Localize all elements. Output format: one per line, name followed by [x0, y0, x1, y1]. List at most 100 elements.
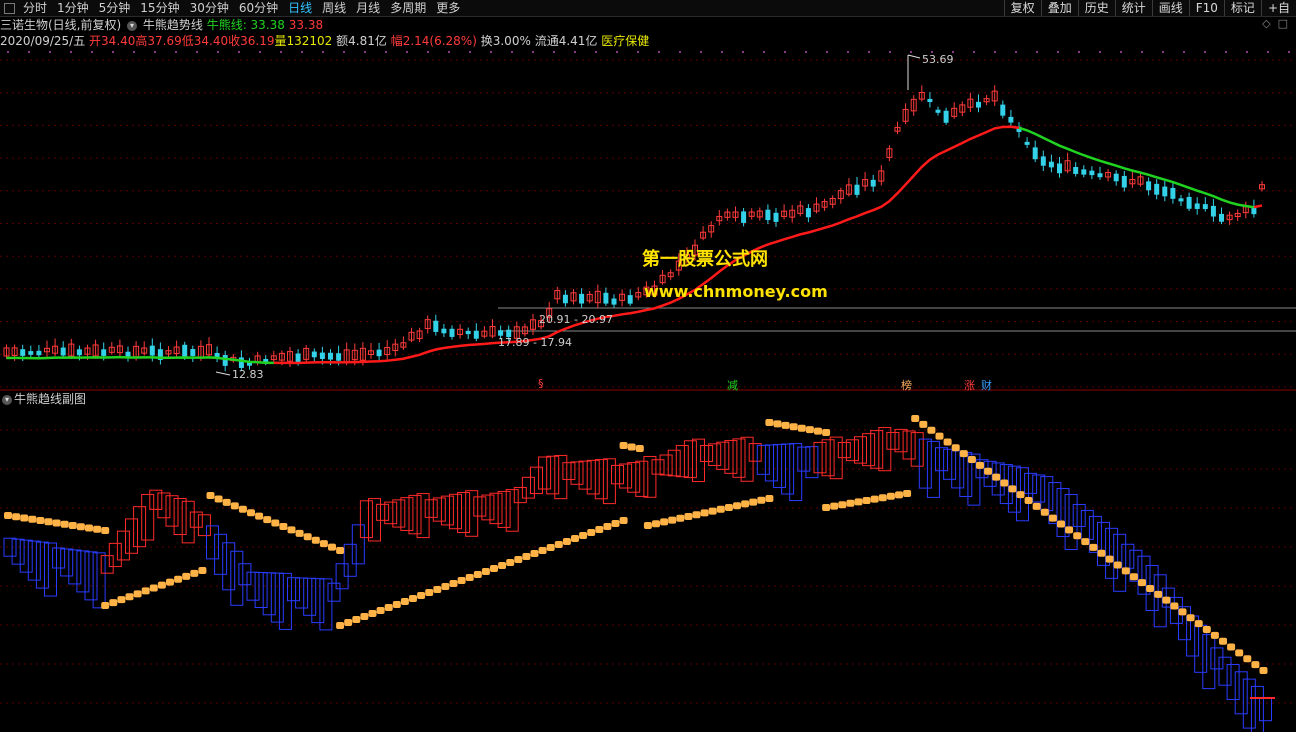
coin-chain-down	[789, 423, 798, 431]
coin-chain-up	[643, 522, 652, 529]
coin-chain-down	[85, 524, 93, 532]
level2-label: 17.89 - 17.94	[498, 336, 572, 349]
magenta-dot	[1141, 51, 1143, 53]
quote-float: 流通4.41亿	[534, 34, 598, 48]
quote-sector[interactable]: 医疗保健	[601, 34, 649, 48]
sub-box	[238, 563, 252, 586]
sub-box	[327, 582, 341, 602]
candle-body	[1089, 170, 1095, 176]
candle-body	[1121, 175, 1127, 188]
coin-chain-down	[238, 505, 247, 513]
coin-chain-up	[344, 619, 353, 626]
coin-chain-down	[1251, 661, 1260, 669]
sub-box	[1105, 527, 1119, 579]
sub-box	[1210, 647, 1224, 670]
coin-chain-down	[765, 419, 774, 426]
sub-box	[214, 533, 228, 575]
magenta-dot	[1288, 51, 1290, 53]
indicator-name[interactable]: 牛熊趋势线	[143, 18, 203, 32]
candle-body	[319, 352, 325, 359]
quote-date: 2020/09/25/五	[0, 34, 86, 48]
maximize-icon[interactable]: □	[1278, 17, 1288, 30]
magenta-dot	[322, 51, 324, 53]
sub-panel-title[interactable]: 牛熊趋线副图	[14, 392, 86, 406]
sub-box	[489, 492, 503, 525]
sub-box	[683, 440, 697, 479]
candle-body	[562, 294, 568, 304]
coin-chain-down	[976, 461, 984, 469]
magenta-dot	[280, 51, 282, 53]
quote-line: 2020/09/25/五 开34.40高37.69低34.40收36.19量13…	[0, 33, 649, 49]
magenta-dot	[1015, 51, 1017, 53]
coin-chain-down	[60, 520, 69, 528]
stock-title[interactable]: 三诺生物(日线,前复权)	[0, 18, 121, 32]
candle-body	[1210, 205, 1216, 217]
sub-box	[562, 462, 576, 480]
sub-box	[157, 492, 171, 519]
coin-chain-up	[101, 602, 110, 609]
coin-chain-down	[20, 514, 29, 522]
sub-box	[440, 495, 454, 526]
magenta-dot	[553, 51, 555, 53]
coin-chain-down	[1073, 532, 1082, 540]
chart-canvas[interactable]	[0, 0, 1296, 732]
candle-body	[1146, 181, 1152, 191]
coin-chain-up	[433, 586, 442, 593]
coin-chain-up	[109, 599, 118, 607]
candle-body	[473, 330, 479, 339]
coin-chain-up	[384, 604, 393, 611]
coin-chain-up	[368, 610, 377, 617]
sub-box	[116, 530, 130, 561]
coin-chain-down	[101, 527, 110, 534]
sub-box	[546, 455, 560, 495]
sub-box	[886, 431, 900, 450]
sub-box	[700, 445, 714, 462]
sub-box	[643, 455, 657, 498]
coin-chain-up	[716, 505, 725, 513]
sub-box	[651, 459, 665, 475]
quote-high: 高37.69	[135, 34, 182, 48]
event-marker-reduce[interactable]: 减	[727, 377, 738, 393]
coin-chain-up	[457, 577, 466, 584]
diamond-icon[interactable]: ◇	[1262, 17, 1270, 30]
sub-box	[619, 463, 633, 489]
coin-chain-down	[1162, 596, 1171, 604]
sub-indicator-menu-icon[interactable]: ▾	[2, 394, 12, 405]
bull-bear-value-2: 33.38	[288, 18, 324, 32]
event-marker-limit-up[interactable]: 涨	[964, 377, 975, 393]
magenta-dot	[511, 51, 513, 53]
coin-chain-down	[1097, 549, 1106, 557]
coin-chain-down	[984, 467, 993, 475]
candle-body	[870, 179, 876, 187]
coin-chain-down	[635, 445, 644, 452]
magenta-dot	[574, 51, 576, 53]
sub-box	[173, 498, 187, 535]
coin-chain-down	[1024, 497, 1033, 505]
event-marker-finance[interactable]: 财	[981, 377, 992, 393]
sub-box	[230, 550, 244, 606]
sub-box	[35, 541, 49, 589]
quote-close: 收36.19	[228, 34, 275, 48]
magenta-dot	[1225, 51, 1227, 53]
candle-body	[28, 351, 34, 355]
sub-box	[449, 493, 462, 530]
coin-chain-up	[838, 501, 847, 509]
candle-body	[465, 330, 471, 335]
sub-box	[837, 441, 851, 459]
magenta-dot	[28, 51, 30, 53]
indicator-menu-icon[interactable]: ▾	[127, 20, 138, 31]
magenta-dot	[385, 51, 387, 53]
candle-body	[943, 110, 949, 123]
coin-chain-up	[700, 509, 709, 517]
coin-chain-up	[498, 562, 507, 569]
candle-body	[1178, 198, 1184, 202]
event-marker-rank[interactable]: 榜	[901, 377, 912, 393]
sub-box	[1064, 494, 1078, 550]
event-marker-1[interactable]: §	[538, 377, 544, 390]
coin-chain-up	[166, 578, 174, 586]
magenta-dot	[973, 51, 975, 53]
coin-chain-down	[1065, 526, 1074, 534]
coin-chain-down	[1186, 614, 1195, 622]
candle-body	[603, 292, 609, 304]
coin-chain-down	[263, 516, 272, 524]
